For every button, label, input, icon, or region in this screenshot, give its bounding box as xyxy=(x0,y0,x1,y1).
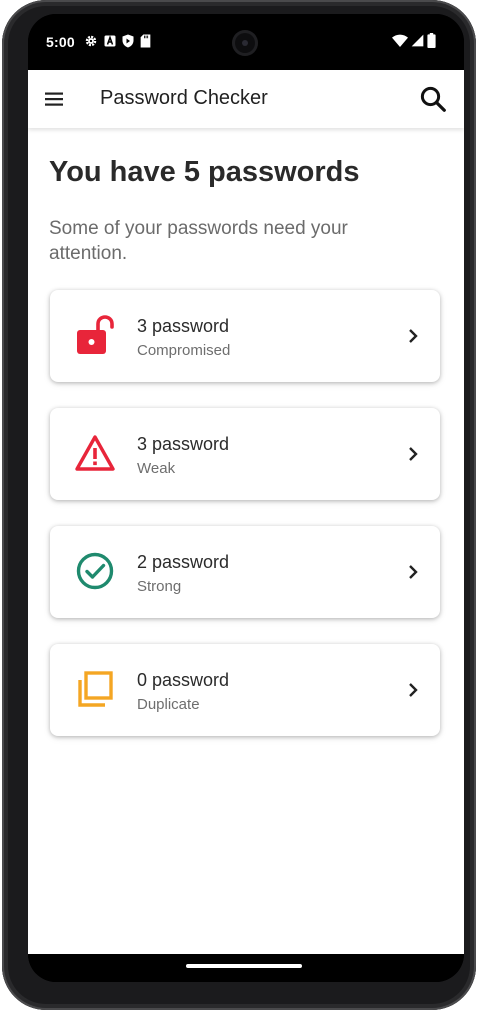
compromised-label: Compromised xyxy=(137,342,231,359)
duplicate-label: Duplicate xyxy=(137,696,200,713)
phone-screen: 5:00 Password Checker You have 5 passwor… xyxy=(28,14,464,982)
front-camera xyxy=(232,30,258,56)
a-icon xyxy=(104,35,116,47)
weak-count: 3 password xyxy=(137,434,230,454)
battery-icon xyxy=(427,33,436,48)
shield-icon xyxy=(122,34,134,48)
duplicate-count: 0 password xyxy=(137,670,230,690)
strong-count: 2 password xyxy=(137,552,230,572)
top-app-bar: Password Checker xyxy=(28,70,464,128)
strong-label: Strong xyxy=(137,578,182,595)
home-gesture-handle[interactable] xyxy=(186,964,302,968)
sd-card-icon xyxy=(140,34,151,48)
status-right-icons xyxy=(392,33,436,48)
duplicate-card[interactable]: 0 password Duplicate xyxy=(50,644,440,736)
check-circle-icon xyxy=(76,552,114,590)
page-title: You have 5 passwords xyxy=(49,156,360,188)
duplicate-icon xyxy=(78,671,113,707)
weak-label: Weak xyxy=(137,460,176,477)
menu-icon[interactable] xyxy=(42,87,66,111)
settings-icon xyxy=(85,35,97,47)
status-left-icons xyxy=(84,34,151,48)
gesture-nav-bar xyxy=(28,954,464,982)
chevron-right-icon xyxy=(409,329,418,343)
chevron-right-icon xyxy=(409,565,418,579)
compromised-count: 3 password xyxy=(137,316,230,336)
chevron-right-icon xyxy=(409,447,418,461)
wifi-icon xyxy=(392,34,408,47)
app-title: Password Checker xyxy=(100,87,268,109)
search-icon[interactable] xyxy=(418,84,448,114)
warning-icon xyxy=(75,435,115,471)
weak-card[interactable]: 3 password Weak xyxy=(50,408,440,500)
strong-card[interactable]: 2 password Strong xyxy=(50,526,440,618)
page-subtitle: Some of your passwords need your attenti… xyxy=(49,218,348,264)
unlocked-padlock-icon xyxy=(77,315,114,354)
compromised-card[interactable]: 3 password Compromised xyxy=(50,290,440,382)
status-time: 5:00 xyxy=(46,34,75,50)
status-bar: 5:00 xyxy=(28,14,464,70)
chevron-right-icon xyxy=(409,683,418,697)
app-content: Password Checker You have 5 passwords So… xyxy=(28,70,464,954)
signal-icon xyxy=(411,34,424,47)
phone-frame: 5:00 Password Checker You have 5 passwor… xyxy=(2,0,476,1010)
